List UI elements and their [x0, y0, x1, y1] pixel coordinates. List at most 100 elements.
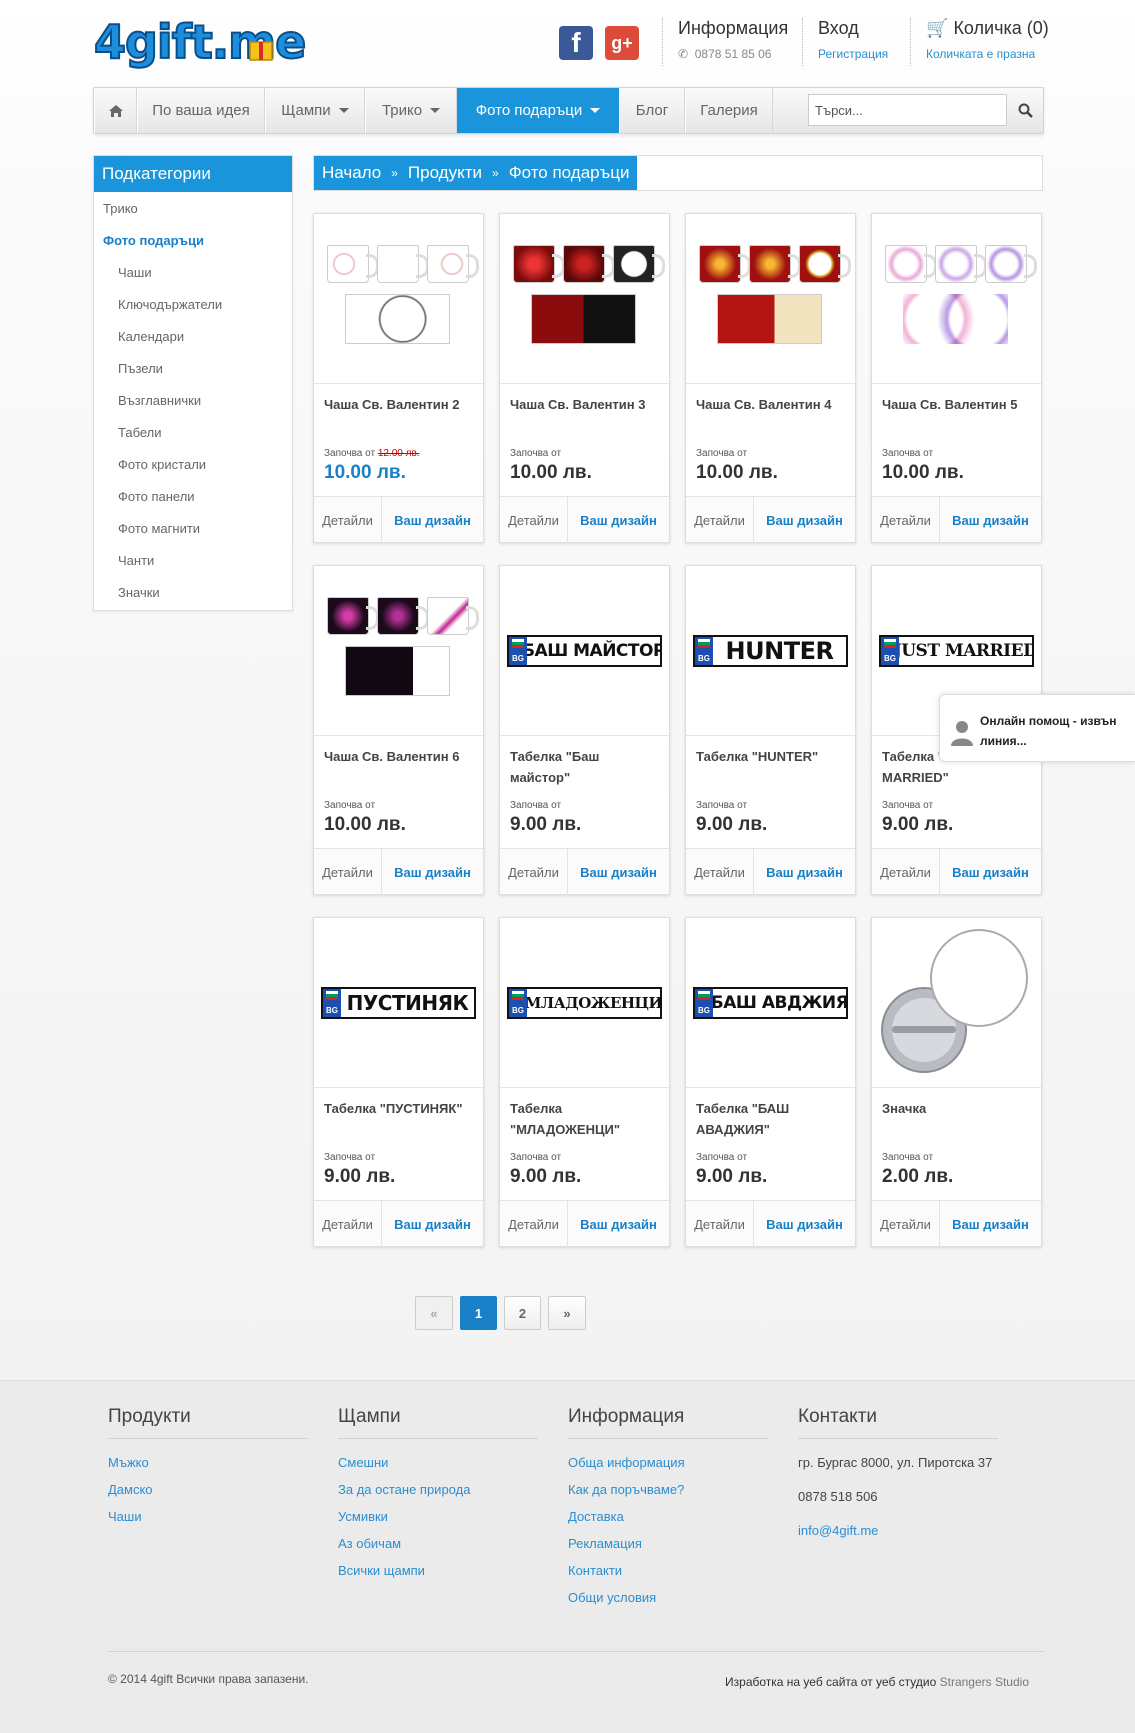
facebook-icon[interactable]: f [559, 26, 593, 60]
sidebar-item-photo-magnets[interactable]: Фото магнити [94, 512, 292, 544]
product-name[interactable]: Табелка "МЛАДОЖЕНЦИ" [510, 1098, 662, 1140]
header-cart[interactable]: 🛒 Количка (0) Количката е празна [926, 18, 1049, 61]
info-title[interactable]: Информация [678, 18, 788, 39]
product-name[interactable]: Чаша Св. Валентин 6 [324, 746, 476, 767]
nav-item-photo-gifts[interactable]: Фото подаръци [457, 88, 619, 133]
your-design-button[interactable]: Ваш дизайн [568, 497, 669, 543]
nav-item-gallery[interactable]: Галерия [685, 88, 773, 133]
your-design-button[interactable]: Ваш дизайн [940, 497, 1041, 543]
product-image[interactable]: BG БАШ МАЙСТОР [500, 566, 669, 736]
breadcrumb-current[interactable]: Фото подаръци [509, 163, 630, 183]
your-design-button[interactable]: Ваш дизайн [382, 849, 483, 895]
sidebar-item-keychains[interactable]: Ключодържатели [94, 288, 292, 320]
login-link[interactable]: Вход [818, 18, 888, 39]
nav-item-idea[interactable]: По ваша идея [137, 88, 265, 133]
product-image[interactable] [872, 918, 1041, 1088]
footer-link[interactable]: Контакти [568, 1561, 768, 1588]
footer-link[interactable]: Доставка [568, 1507, 768, 1534]
details-button[interactable]: Детайли [500, 849, 568, 895]
breadcrumb-products[interactable]: Продукти [408, 163, 482, 183]
sidebar-item-badges[interactable]: Значки [94, 576, 292, 608]
sidebar-item-plates[interactable]: Табели [94, 416, 292, 448]
google-plus-icon[interactable]: g+ [605, 26, 639, 60]
product-image[interactable] [314, 214, 483, 384]
header-login[interactable]: Вход Регистрация [818, 18, 888, 61]
product-image[interactable]: BG HUNTER [686, 566, 855, 736]
footer-link[interactable]: Общи условия [568, 1588, 768, 1615]
details-button[interactable]: Детайли [686, 849, 754, 895]
product-image[interactable] [686, 214, 855, 384]
your-design-button[interactable]: Ваш дизайн [568, 849, 669, 895]
details-button[interactable]: Детайли [314, 849, 382, 895]
cart-title[interactable]: Количка (0) [953, 18, 1048, 38]
footer-link[interactable]: Смешни [338, 1453, 538, 1480]
your-design-button[interactable]: Ваш дизайн [754, 497, 855, 543]
your-design-button[interactable]: Ваш дизайн [382, 497, 483, 543]
details-button[interactable]: Детайли [500, 1201, 568, 1247]
your-design-button[interactable]: Ваш дизайн [568, 1201, 669, 1247]
footer-link[interactable]: За да остане природа [338, 1480, 538, 1507]
sidebar-item-calendars[interactable]: Календари [94, 320, 292, 352]
pagination-page[interactable]: 2 [504, 1296, 541, 1330]
pagination-prev[interactable]: « [415, 1296, 453, 1330]
footer-link[interactable]: Чаши [108, 1507, 308, 1534]
search-input[interactable] [808, 94, 1007, 126]
product-name[interactable]: Чаша Св. Валентин 4 [696, 394, 848, 415]
product-name[interactable]: Чаша Св. Валентин 5 [882, 394, 1034, 415]
your-design-button[interactable]: Ваш дизайн [382, 1201, 483, 1247]
product-image[interactable]: BG ПУСТИНЯК [314, 918, 483, 1088]
sidebar-item-photo-gifts[interactable]: Фото подаръци [94, 224, 292, 256]
pagination-next[interactable]: » [548, 1296, 586, 1330]
details-button[interactable]: Детайли [686, 497, 754, 543]
product-name[interactable]: Табелка "HUNTER" [696, 746, 848, 767]
sidebar-item-photo-crystals[interactable]: Фото кристали [94, 448, 292, 480]
product-image[interactable] [500, 214, 669, 384]
product-name[interactable]: Табелка "ПУСТИНЯК" [324, 1098, 476, 1119]
register-link[interactable]: Регистрация [818, 47, 888, 61]
live-chat-widget[interactable]: Онлайн помощ - извън линия... [939, 694, 1135, 762]
your-design-button[interactable]: Ваш дизайн [754, 849, 855, 895]
footer-link[interactable]: Обща информация [568, 1453, 768, 1480]
details-button[interactable]: Детайли [872, 497, 940, 543]
footer-link[interactable]: Усмивки [338, 1507, 538, 1534]
product-name[interactable]: Табелка "БАШ АВАДЖИЯ" [696, 1098, 848, 1140]
product-name[interactable]: Табелка "Баш майстор" [510, 746, 662, 788]
sidebar-item-bags[interactable]: Чанти [94, 544, 292, 576]
details-button[interactable]: Детайли [314, 497, 382, 543]
header-info[interactable]: Информация ✆ 0878 51 85 06 [678, 18, 788, 61]
product-image[interactable] [314, 566, 483, 736]
product-image[interactable]: BG БАШ АВДЖИЯ [686, 918, 855, 1088]
sidebar-item-tricot[interactable]: Трико [94, 192, 292, 224]
product-name[interactable]: Чаша Св. Валентин 3 [510, 394, 662, 415]
your-design-button[interactable]: Ваш дизайн [940, 849, 1041, 895]
your-design-button[interactable]: Ваш дизайн [940, 1201, 1041, 1247]
footer-link[interactable]: Мъжко [108, 1453, 308, 1480]
product-name[interactable]: Значка [882, 1098, 1034, 1119]
details-button[interactable]: Детайли [872, 849, 940, 895]
product-name[interactable]: Чаша Св. Валентин 2 [324, 394, 476, 415]
details-button[interactable]: Детайли [500, 497, 568, 543]
details-button[interactable]: Детайли [314, 1201, 382, 1247]
pagination-page[interactable]: 1 [460, 1296, 497, 1330]
nav-item-prints[interactable]: Щампи [265, 88, 365, 133]
product-image[interactable]: BG МЛАДОЖЕНЦИ [500, 918, 669, 1088]
sidebar-item-pillows[interactable]: Възглавнички [94, 384, 292, 416]
breadcrumb-home[interactable]: Начало [322, 163, 381, 183]
product-image[interactable] [872, 214, 1041, 384]
your-design-button[interactable]: Ваш дизайн [754, 1201, 855, 1247]
sidebar-item-photo-panels[interactable]: Фото панели [94, 480, 292, 512]
details-button[interactable]: Детайли [872, 1201, 940, 1247]
site-logo[interactable]: 4gift.me [92, 12, 382, 74]
sidebar-item-mugs[interactable]: Чаши [94, 256, 292, 288]
footer-link[interactable]: Как да поръчваме? [568, 1480, 768, 1507]
nav-item-blog[interactable]: Блог [619, 88, 685, 133]
footer-link[interactable]: Рекламация [568, 1534, 768, 1561]
home-icon[interactable] [94, 88, 137, 133]
details-button[interactable]: Детайли [686, 1201, 754, 1247]
footer-link[interactable]: Дамско [108, 1480, 308, 1507]
footer-link[interactable]: Аз обичам [338, 1534, 538, 1561]
contact-email[interactable]: info@4gift.me [798, 1521, 998, 1548]
nav-item-tricot[interactable]: Трико [365, 88, 457, 133]
search-icon[interactable] [1008, 94, 1042, 126]
sidebar-item-puzzles[interactable]: Пъзели [94, 352, 292, 384]
